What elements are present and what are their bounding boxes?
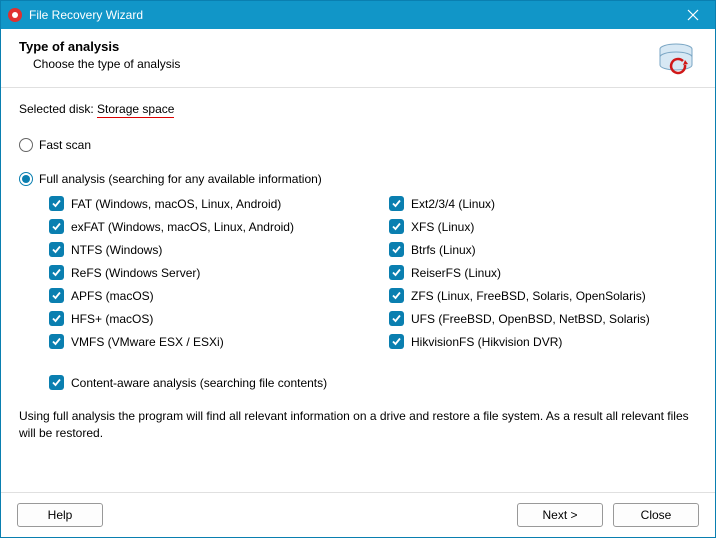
radio-label: Full analysis (searching for any availab… [39, 172, 322, 186]
checkbox-fs[interactable]: Ext2/3/4 (Linux) [389, 196, 697, 211]
content-area: Selected disk: Storage space Fast scan F… [1, 88, 715, 492]
checkbox-fs[interactable]: VMFS (VMware ESX / ESXi) [49, 334, 369, 349]
page-title: Type of analysis [19, 39, 645, 54]
check-icon [49, 265, 64, 280]
help-button[interactable]: Help [17, 503, 103, 527]
close-button-label: Close [641, 508, 672, 522]
checkbox-content-aware[interactable]: Content-aware analysis (searching file c… [49, 375, 697, 390]
fs-label: FAT (Windows, macOS, Linux, Android) [71, 197, 281, 211]
fs-label: HFS+ (macOS) [71, 312, 153, 326]
check-icon [389, 288, 404, 303]
checkbox-fs[interactable]: ZFS (Linux, FreeBSD, Solaris, OpenSolari… [389, 288, 697, 303]
wizard-header: Type of analysis Choose the type of anal… [1, 29, 715, 88]
mode-description: Using full analysis the program will fin… [19, 408, 697, 442]
check-icon [389, 242, 404, 257]
close-icon [687, 9, 699, 21]
check-icon [389, 311, 404, 326]
fs-label: APFS (macOS) [71, 289, 154, 303]
checkbox-fs[interactable]: ReiserFS (Linux) [389, 265, 697, 280]
checkbox-fs[interactable]: NTFS (Windows) [49, 242, 369, 257]
checkbox-fs[interactable]: HFS+ (macOS) [49, 311, 369, 326]
fs-label: ReiserFS (Linux) [411, 266, 501, 280]
checkbox-fs[interactable]: XFS (Linux) [389, 219, 697, 234]
wizard-icon [655, 39, 697, 81]
check-icon [49, 196, 64, 211]
content-aware-label: Content-aware analysis (searching file c… [71, 376, 327, 390]
check-icon [389, 196, 404, 211]
check-icon [389, 265, 404, 280]
fs-label: NTFS (Windows) [71, 243, 162, 257]
fs-label: Btrfs (Linux) [411, 243, 476, 257]
check-icon [49, 288, 64, 303]
radio-full-analysis[interactable]: Full analysis (searching for any availab… [19, 172, 697, 186]
check-icon [49, 375, 64, 390]
fs-label: UFS (FreeBSD, OpenBSD, NetBSD, Solaris) [411, 312, 650, 326]
radio-fast-scan[interactable]: Fast scan [19, 138, 697, 152]
radio-icon [19, 138, 33, 152]
fs-label: VMFS (VMware ESX / ESXi) [71, 335, 224, 349]
page-subtitle: Choose the type of analysis [19, 57, 645, 71]
close-button[interactable]: Close [613, 503, 699, 527]
titlebar: File Recovery Wizard [1, 1, 715, 29]
checkbox-fs[interactable]: UFS (FreeBSD, OpenBSD, NetBSD, Solaris) [389, 311, 697, 326]
footer: Help Next > Close [1, 492, 715, 537]
fs-label: exFAT (Windows, macOS, Linux, Android) [71, 220, 294, 234]
checkbox-fs[interactable]: ReFS (Windows Server) [49, 265, 369, 280]
check-icon [389, 219, 404, 234]
check-icon [49, 334, 64, 349]
checkbox-fs[interactable]: Btrfs (Linux) [389, 242, 697, 257]
help-button-label: Help [48, 508, 73, 522]
checkbox-fs[interactable]: exFAT (Windows, macOS, Linux, Android) [49, 219, 369, 234]
check-icon [49, 219, 64, 234]
check-icon [49, 242, 64, 257]
check-icon [49, 311, 64, 326]
window-close-button[interactable] [671, 1, 715, 29]
fs-label: Ext2/3/4 (Linux) [411, 197, 495, 211]
window-title: File Recovery Wizard [29, 8, 143, 22]
selected-disk-name[interactable]: Storage space [97, 102, 174, 118]
checkbox-fs[interactable]: APFS (macOS) [49, 288, 369, 303]
checkbox-fs[interactable]: HikvisionFS (Hikvision DVR) [389, 334, 697, 349]
fs-label: XFS (Linux) [411, 220, 474, 234]
checkbox-fs[interactable]: FAT (Windows, macOS, Linux, Android) [49, 196, 369, 211]
filesystem-grid: FAT (Windows, macOS, Linux, Android) Ext… [49, 196, 697, 349]
fs-label: HikvisionFS (Hikvision DVR) [411, 335, 562, 349]
fs-label: ReFS (Windows Server) [71, 266, 200, 280]
check-icon [389, 334, 404, 349]
radio-label: Fast scan [39, 138, 91, 152]
selected-disk-prefix: Selected disk: [19, 102, 97, 116]
next-button[interactable]: Next > [517, 503, 603, 527]
next-button-label: Next > [542, 508, 577, 522]
app-icon [7, 7, 23, 23]
selected-disk-label: Selected disk: Storage space [19, 102, 697, 116]
radio-icon [19, 172, 33, 186]
fs-label: ZFS (Linux, FreeBSD, Solaris, OpenSolari… [411, 289, 646, 303]
